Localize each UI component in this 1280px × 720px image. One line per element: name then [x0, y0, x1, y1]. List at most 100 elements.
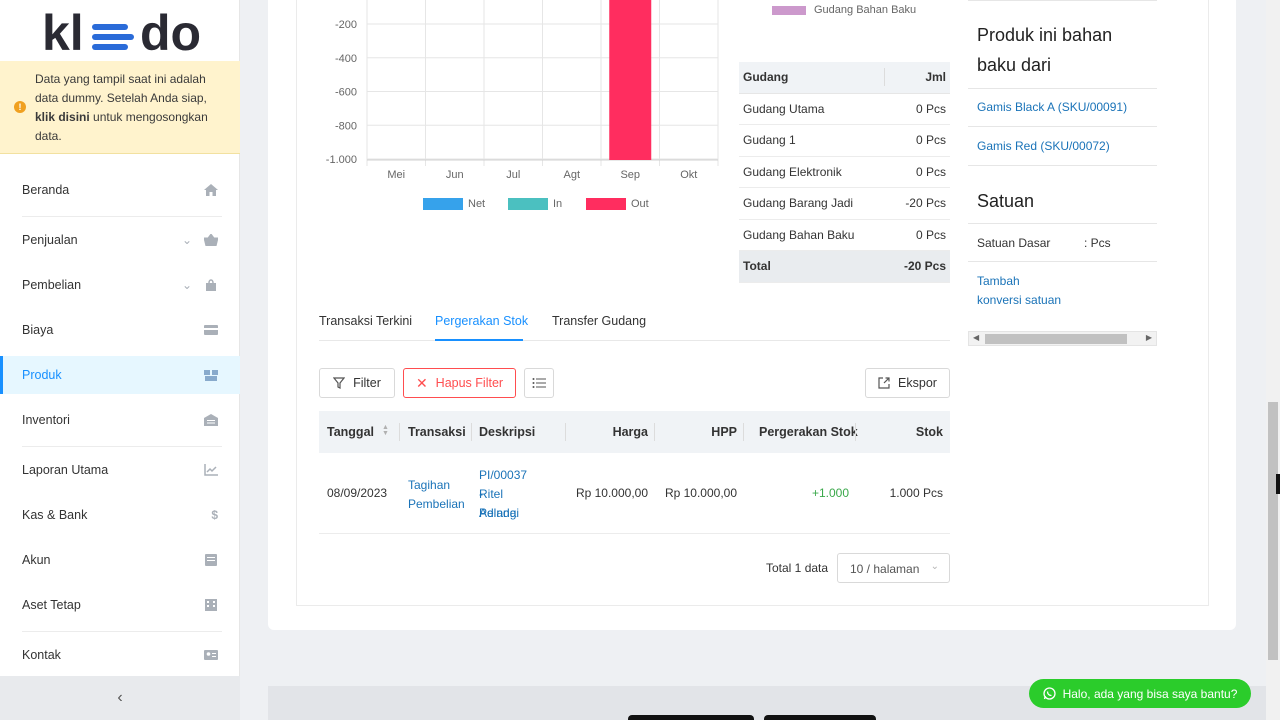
total-qty: -20 Pcs [903, 259, 946, 274]
sidebar: kl do ! Data yang tampil saat ini adalah… [0, 0, 240, 720]
warehouse-name: Gudang 1 [743, 133, 796, 148]
legend-label-in: In [553, 198, 562, 210]
warehouse-row: Gudang Elektronik 0 Pcs [739, 157, 950, 188]
dummy-data-notice: ! Data yang tampil saat ini adalah data … [0, 61, 240, 154]
col-harga: Harga [612, 425, 648, 439]
boxes-icon [204, 370, 218, 381]
sidebar-item-aset-tetap[interactable]: Aset Tetap [0, 586, 240, 624]
basket-icon [204, 234, 218, 246]
column-settings-button[interactable] [524, 368, 554, 398]
x-tick-label: Sep [620, 169, 640, 181]
chart-svg: -200 -400 -600 -800 -1.000 Mei Jun Jul Agt Sep Okt… [326, 0, 719, 210]
sidebar-item-label: Kas & Bank [22, 508, 88, 522]
building-icon [205, 599, 217, 611]
whatsapp-label: Halo, ada yang bisa saya bantu? [1062, 686, 1238, 701]
chevron-down-icon: ⌄ [181, 278, 192, 292]
chart-icon [204, 464, 218, 476]
sidebar-item-kas-bank[interactable]: Kas & Bank $ [0, 496, 240, 534]
y-tick-label: -400 [335, 53, 357, 65]
cell-stock: 1.000 Pcs [889, 486, 943, 500]
clear-filter-button[interactable]: ✕ Hapus Filter [403, 368, 516, 398]
tab-transaksi-terkini[interactable]: Transaksi Terkini [319, 314, 412, 328]
chevron-down-icon: ⌄ [930, 561, 939, 572]
chevron-left-icon: ‹ [117, 689, 123, 706]
sidebar-item-label: Produk [22, 368, 62, 382]
legend-swatch-out [586, 198, 626, 210]
svg-text:do: do [140, 5, 201, 58]
app-store-badge[interactable] [628, 715, 754, 720]
export-button[interactable]: Ekspor [865, 368, 950, 398]
sidebar-item-penjualan[interactable]: Penjualan ⌄ [0, 221, 240, 259]
sidebar-item-beranda[interactable]: Beranda [0, 171, 240, 209]
chevron-down-icon: ⌄ [181, 233, 192, 247]
warning-icon: ! [14, 101, 26, 113]
page-size-value: 10 / halaman [850, 562, 920, 576]
sidebar-item-label: Biaya [22, 323, 54, 337]
sidebar-item-label: Kontak [22, 648, 61, 662]
x-tick-label: Jun [446, 169, 464, 181]
export-label: Ekspor [898, 376, 937, 390]
sidebar-item-inventori[interactable]: Inventori [0, 401, 240, 439]
raw-material-title-2: baku dari [977, 55, 1052, 75]
scrollbar-thumb[interactable] [985, 334, 1127, 344]
horizontal-scrollbar[interactable]: ◀ ▶ [968, 331, 1157, 346]
sidebar-item-biaya[interactable]: Biaya [0, 311, 240, 349]
tab-transfer-gudang[interactable]: Transfer Gudang [552, 314, 646, 328]
x-tick-label: Okt [680, 169, 697, 181]
warehouse-total-row: Total -20 Pcs [739, 251, 950, 283]
transaction-line-2: Pembelian [408, 497, 465, 511]
col-hpp: HPP [711, 425, 737, 439]
raw-material-link[interactable]: Gamis Red (SKU/00072) [977, 137, 1110, 156]
scroll-right-icon[interactable]: ▶ [1146, 333, 1152, 342]
y-tick-label: -1.000 [326, 154, 357, 166]
page-size-select[interactable]: 10 / halaman ⌄ [837, 553, 950, 583]
mouse-cursor [1276, 474, 1280, 494]
sidebar-item-label: Aset Tetap [22, 598, 81, 612]
scrollbar-thumb[interactable] [1268, 402, 1278, 660]
total-label: Total [743, 259, 771, 274]
table-row: 08/09/2023 Tagihan Pembelian PI/00037 - Ri… [319, 453, 950, 534]
sidebar-item-laporan-utama[interactable]: Laporan Utama [0, 451, 240, 489]
base-unit-value: : Pcs [1084, 236, 1111, 250]
warehouse-row: Gudang Barang Jadi -20 Pcs [739, 188, 950, 220]
sidebar-collapse-button[interactable]: ‹ [0, 676, 240, 720]
col-gudang: Gudang [743, 70, 789, 85]
raw-material-title-1: Produk ini bahan [977, 25, 1113, 45]
warehouse-chart-legend: Gudang Bahan Baku [772, 4, 916, 16]
sort-icon[interactable]: ▲ ▼ [382, 424, 389, 437]
raw-material-link[interactable]: Gamis Black A (SKU/00091) [977, 98, 1127, 117]
tab-pergerakan-stok[interactable]: Pergerakan Stok [435, 314, 528, 328]
kledo-logo[interactable]: kl do [42, 4, 202, 58]
page-scrollbar[interactable] [1266, 0, 1280, 720]
col-transaksi: Transaksi [408, 425, 466, 439]
sidebar-item-pembelian[interactable]: Pembelian ⌄ [0, 266, 240, 304]
sidebar-item-kontak[interactable]: Kontak [0, 636, 240, 674]
filter-button[interactable]: Filter [319, 368, 395, 398]
list-icon [532, 378, 546, 388]
bag-icon [206, 279, 216, 291]
base-unit-label: Satuan Dasar [977, 236, 1051, 250]
warehouse-row: Gudang 1 0 Pcs [739, 125, 950, 157]
sidebar-item-label: Akun [22, 553, 51, 567]
warehouse-qty: 0 Pcs [915, 101, 946, 116]
legend-swatch-in [508, 198, 548, 210]
col-jml: Jml [925, 70, 946, 85]
scroll-left-icon[interactable]: ◀ [973, 333, 979, 342]
filter-label: Filter [353, 376, 381, 390]
clear-data-link[interactable]: klik disini [35, 110, 90, 124]
sidebar-item-produk[interactable]: Produk [0, 356, 240, 394]
detail-tabs: Transaksi Terkini Pergerakan Stok Transf… [319, 305, 950, 341]
col-tanggal[interactable]: Tanggal [327, 425, 374, 439]
sidebar-item-label: Pembelian [22, 278, 82, 292]
table-header: Tanggal ▲ ▼ Transaksi Deskripsi Harga HPP… [319, 411, 950, 453]
legend-label-out: Out [631, 198, 649, 210]
whatsapp-chat-button[interactable]: Halo, ada yang bisa saya bantu? [1029, 679, 1251, 708]
warehouse-name: Gudang Utama [743, 101, 825, 116]
dollar-icon: $ [211, 508, 218, 522]
sidebar-item-akun[interactable]: Akun [0, 541, 240, 579]
warehouse-qty: 0 Pcs [915, 164, 946, 179]
warehouse-row: Gudang Utama 0 Pcs [739, 94, 950, 125]
play-store-badge[interactable] [764, 715, 876, 720]
add-unit-conversion-link[interactable]: Tambah konversi satuan [977, 272, 1061, 310]
whatsapp-icon [1042, 687, 1056, 700]
